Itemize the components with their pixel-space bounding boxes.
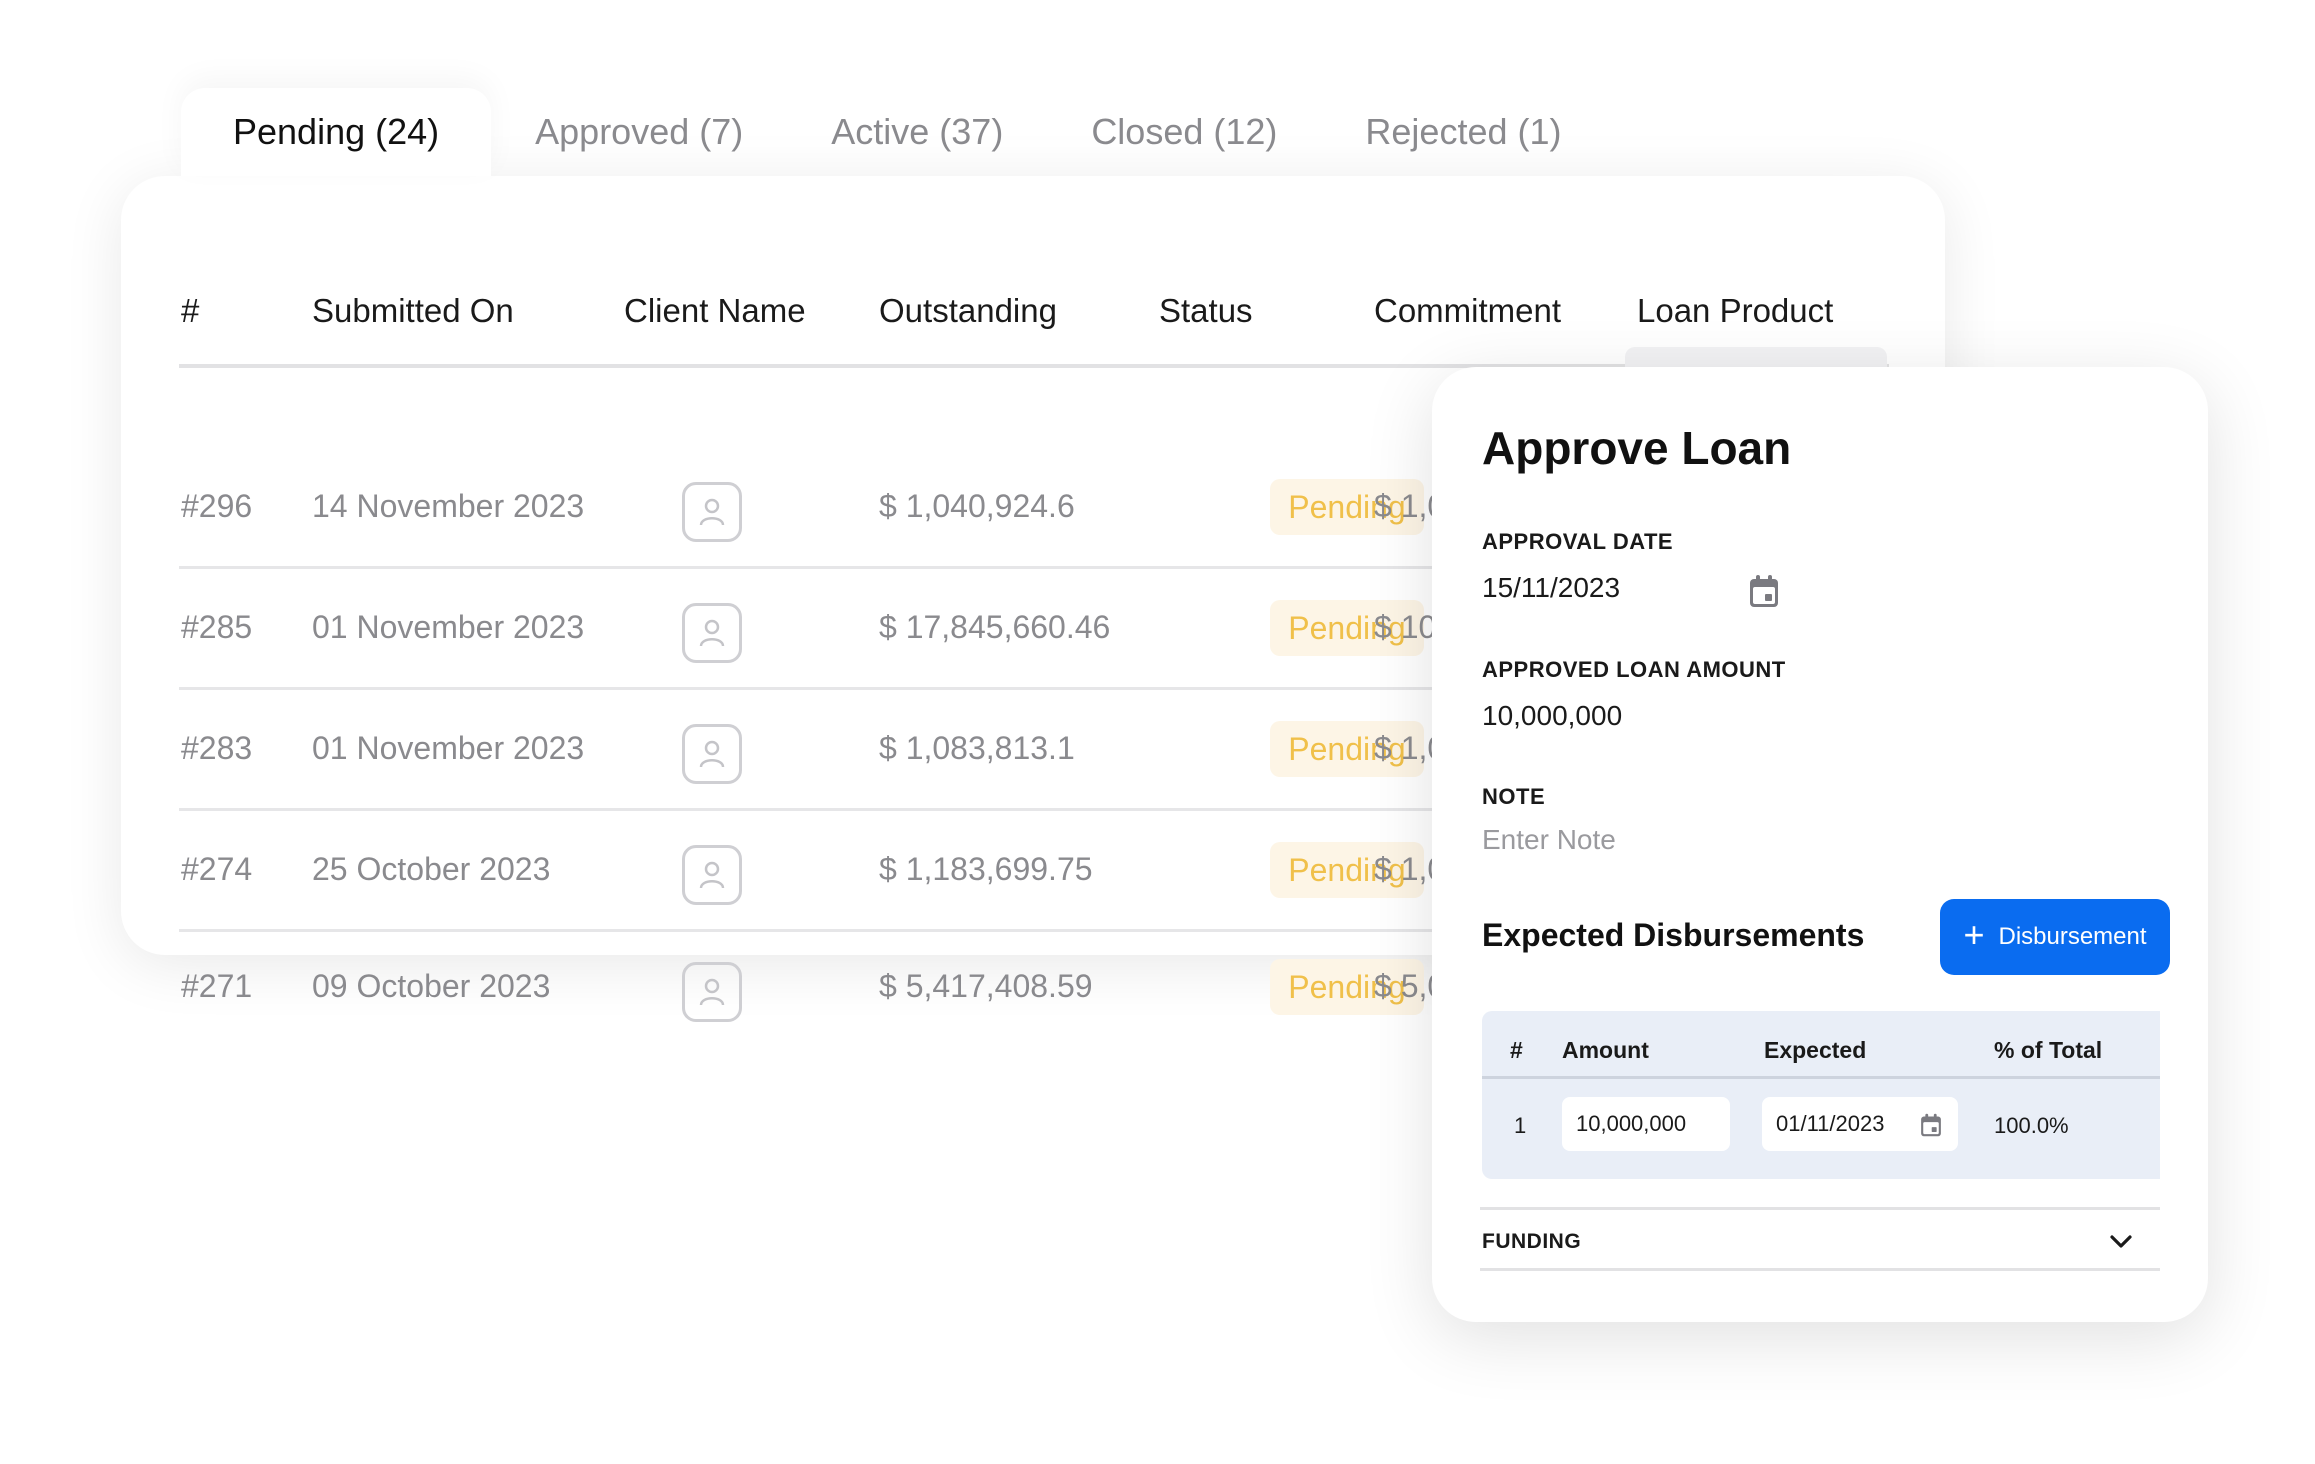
tab-approved[interactable]: Approved (7) [491, 88, 787, 176]
funding-accordion[interactable]: FUNDING [1480, 1207, 2160, 1271]
row-outstanding: $ 1,040,924.6 [879, 488, 1075, 524]
row-submitted-on: 14 November 2023 [312, 488, 585, 524]
approval-date-label: APPROVAL DATE [1482, 529, 1674, 554]
column-header-outstanding[interactable]: Outstanding [879, 292, 1057, 330]
disb-column-percent: % of Total [1994, 1037, 2103, 1063]
panel-title: Approve Loan [1482, 422, 1792, 474]
client-avatar-icon[interactable] [682, 845, 742, 905]
disb-row-index: 1 [1514, 1113, 1527, 1138]
add-disbursement-label: Disbursement [1998, 923, 2147, 950]
tab-pending[interactable]: Pending (24) [181, 88, 492, 176]
funding-label: FUNDING [1482, 1230, 1582, 1253]
client-avatar-icon[interactable] [682, 724, 742, 784]
disb-column-number: # [1510, 1037, 1523, 1063]
row-submitted-on: 01 November 2023 [312, 609, 585, 645]
column-header-loan-product[interactable]: Loan Product [1637, 292, 1833, 330]
client-avatar-icon[interactable] [682, 603, 742, 663]
approve-loan-panel: Approve Loan APPROVAL DATE 15/11/2023 AP… [1432, 367, 2208, 1322]
row-id: #283 [181, 730, 253, 766]
calendar-icon[interactable] [1749, 574, 1779, 608]
row-id: #274 [181, 851, 253, 887]
column-header-status[interactable]: Status [1159, 292, 1253, 330]
plus-icon: + [1963, 914, 1985, 955]
disbursements-table: # Amount Expected % of Total 1 10,000,00… [1482, 1011, 2160, 1179]
row-outstanding: $ 5,417,408.59 [879, 968, 1093, 1004]
expected-disbursements-title: Expected Disbursements [1482, 917, 1865, 953]
row-outstanding: $ 17,845,660.46 [879, 609, 1111, 645]
column-header-submitted-on[interactable]: Submitted On [312, 292, 514, 330]
row-submitted-on: 01 November 2023 [312, 730, 585, 766]
row-outstanding: $ 1,183,699.75 [879, 851, 1093, 887]
client-avatar-icon[interactable] [682, 962, 742, 1022]
column-header-client-name[interactable]: Client Name [624, 292, 806, 330]
disb-expected-date-value: 01/11/2023 [1776, 1111, 1885, 1136]
chevron-down-icon[interactable] [2108, 1228, 2134, 1254]
disbursements-header: # Amount Expected % of Total [1482, 1011, 2160, 1079]
approval-date-field[interactable]: 15/11/2023 [1482, 572, 1620, 604]
row-id: #271 [181, 968, 253, 1004]
row-submitted-on: 25 October 2023 [312, 851, 551, 887]
tab-closed[interactable]: Closed (12) [1047, 88, 1321, 176]
approved-amount-label: APPROVED LOAN AMOUNT [1482, 657, 1786, 682]
row-outstanding: $ 1,083,813.1 [879, 730, 1075, 766]
disb-column-amount: Amount [1562, 1037, 1649, 1063]
disb-percent: 100.0% [1994, 1113, 2069, 1138]
column-header-number[interactable]: # [181, 292, 199, 330]
disb-amount-input[interactable]: 10,000,000 [1562, 1097, 1730, 1151]
calendar-icon[interactable] [1920, 1113, 1942, 1137]
tab-active[interactable]: Active (37) [787, 88, 1047, 176]
status-tabs: Pending (24) Approved (7) Active (37) Cl… [181, 88, 1606, 176]
tab-rejected[interactable]: Rejected (1) [1321, 88, 1605, 176]
client-avatar-icon[interactable] [682, 482, 742, 542]
note-input[interactable] [1482, 824, 1882, 856]
approved-amount-field[interactable]: 10,000,000 [1482, 700, 1622, 732]
disb-column-expected: Expected [1764, 1037, 1867, 1063]
column-header-commitment[interactable]: Commitment [1374, 292, 1561, 330]
row-id: #296 [181, 488, 253, 524]
note-label: NOTE [1482, 784, 1546, 809]
row-id: #285 [181, 609, 253, 645]
row-submitted-on: 09 October 2023 [312, 968, 551, 1004]
add-disbursement-button[interactable]: + Disbursement [1940, 899, 2170, 975]
disb-expected-date-input[interactable]: 01/11/2023 [1762, 1097, 1958, 1151]
